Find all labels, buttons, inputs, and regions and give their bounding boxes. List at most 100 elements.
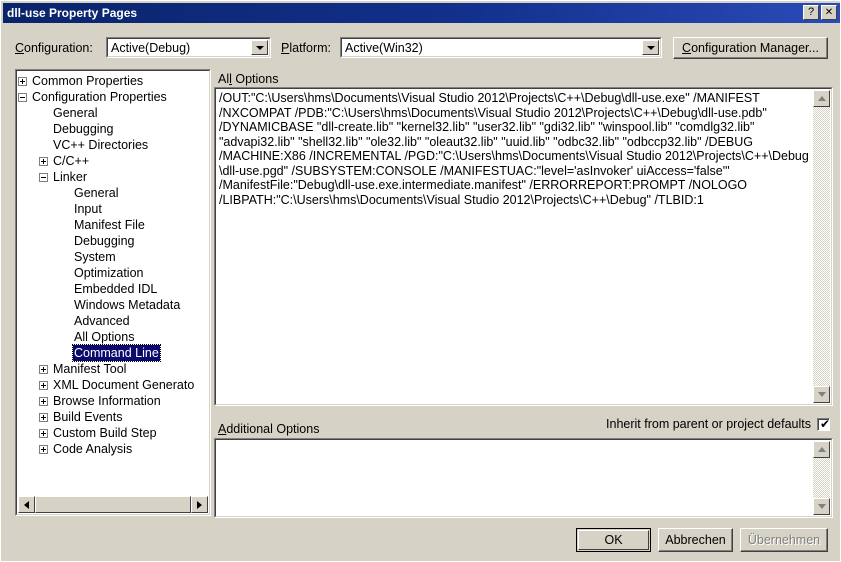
chevron-down-icon[interactable]: [642, 40, 659, 55]
ok-button[interactable]: OK: [576, 528, 651, 552]
expand-icon[interactable]: [39, 412, 48, 422]
tree-item-label: Build Events: [53, 410, 123, 424]
inherit-defaults-checkbox[interactable]: ✔: [817, 416, 831, 431]
tree-item-label: Windows Metadata: [74, 298, 181, 312]
tree-item-common-properties[interactable]: Common Properties: [18, 73, 208, 89]
tree-item-configuration-properties[interactable]: Configuration Properties: [18, 89, 208, 105]
tree-item-label: Code Analysis: [53, 442, 133, 456]
scroll-thumb[interactable]: [35, 496, 191, 513]
scroll-track[interactable]: [35, 496, 191, 513]
tree-item-label: System: [74, 250, 116, 264]
tree-item-windows-metadata[interactable]: Windows Metadata: [18, 297, 208, 313]
platform-label: Platform:: [281, 41, 332, 55]
expand-icon[interactable]: [39, 156, 48, 166]
platform-value: Active(Win32): [345, 40, 423, 55]
tree-item-label: Configuration Properties: [32, 90, 167, 104]
tree-item-c-c[interactable]: C/C++: [18, 153, 208, 169]
tree-item-debugging[interactable]: Debugging: [18, 233, 208, 249]
cancel-button[interactable]: Abbrechen: [658, 528, 733, 552]
tree-item-embedded-idl[interactable]: Embedded IDL: [18, 281, 208, 297]
property-pages-dialog: dll-use Property Pages ? ✕ Configuration…: [0, 0, 841, 562]
expand-icon[interactable]: [39, 364, 48, 374]
tree-item-vc-directories[interactable]: VC++ Directories: [18, 137, 208, 153]
configuration-toolbar: Configuration: Active(Debug) Platform: A…: [1, 37, 841, 61]
tree-item-label: Manifest Tool: [53, 362, 127, 376]
tree-item-system[interactable]: System: [18, 249, 208, 265]
expand-icon[interactable]: [39, 380, 48, 390]
all-options-label: All Options: [218, 72, 279, 86]
tree-item-manifest-tool[interactable]: Manifest Tool: [18, 361, 208, 377]
tree-item-code-analysis[interactable]: Code Analysis: [18, 441, 208, 457]
tree-item-custom-build-step[interactable]: Custom Build Step: [18, 425, 208, 441]
tree-item-optimization[interactable]: Optimization: [18, 265, 208, 281]
all-options-textbox[interactable]: /OUT:"C:\Users\hms\Documents\Visual Stud…: [214, 87, 833, 406]
scroll-up-button[interactable]: [813, 90, 830, 107]
apply-button: Übernehmen: [740, 528, 828, 552]
help-icon[interactable]: ?: [803, 5, 819, 20]
check-icon: ✔: [820, 416, 831, 431]
scroll-up-button[interactable]: [813, 441, 830, 458]
collapse-icon[interactable]: [39, 172, 48, 182]
apply-button-label: Übernehmen: [747, 533, 821, 547]
scroll-down-button[interactable]: [813, 498, 830, 515]
scroll-left-button[interactable]: [18, 496, 35, 513]
configuration-manager-label: Configuration Manager...: [682, 41, 819, 55]
all-options-text: /OUT:"C:\Users\hms\Documents\Visual Stud…: [219, 91, 809, 207]
tree-item-label: Command Line: [72, 344, 161, 362]
inherit-defaults-label: Inherit from parent or project defaults: [606, 417, 811, 431]
additional-options-textbox[interactable]: [214, 438, 833, 518]
title-bar-buttons: ? ✕: [803, 5, 837, 20]
configuration-select[interactable]: Active(Debug): [106, 37, 271, 58]
tree-horizontal-scrollbar[interactable]: [18, 496, 208, 513]
property-tree[interactable]: Common Properties Configuration Propertie…: [15, 69, 211, 516]
configuration-manager-button[interactable]: Configuration Manager...: [673, 37, 828, 59]
tree-item-linker[interactable]: Linker: [18, 169, 208, 185]
tree-item-xml-document-generato[interactable]: XML Document Generato: [18, 377, 208, 393]
tree-item-label: Advanced: [74, 314, 130, 328]
scroll-down-button[interactable]: [813, 386, 830, 403]
tree-item-label: Browse Information: [53, 394, 161, 408]
tree-item-general[interactable]: General: [18, 105, 208, 121]
inherit-defaults-row[interactable]: Inherit from parent or project defaults …: [606, 417, 830, 431]
scroll-right-button[interactable]: [191, 496, 208, 513]
expand-icon[interactable]: [39, 428, 48, 438]
tree-item-label: Debugging: [74, 234, 135, 248]
property-tree-list[interactable]: Common Properties Configuration Propertie…: [18, 73, 208, 491]
additional-options-label: Additional Options: [218, 422, 320, 436]
tree-item-browse-information[interactable]: Browse Information: [18, 393, 208, 409]
tree-item-command-line[interactable]: Command Line: [18, 344, 208, 362]
additional-options-vertical-scrollbar[interactable]: [813, 441, 830, 515]
tree-item-general[interactable]: General: [18, 185, 208, 201]
tree-item-label: Custom Build Step: [53, 426, 157, 440]
scroll-track[interactable]: [813, 458, 830, 498]
tree-item-label: Common Properties: [32, 74, 144, 88]
scroll-track[interactable]: [813, 107, 830, 386]
tree-item-input[interactable]: Input: [18, 201, 208, 217]
close-icon[interactable]: ✕: [821, 5, 837, 20]
tree-item-label: Manifest File: [74, 218, 145, 232]
title-bar[interactable]: dll-use Property Pages ? ✕: [3, 3, 840, 23]
expand-icon[interactable]: [39, 396, 48, 406]
tree-item-debugging[interactable]: Debugging: [18, 121, 208, 137]
expand-icon[interactable]: [39, 444, 48, 454]
tree-item-manifest-file[interactable]: Manifest File: [18, 217, 208, 233]
platform-select[interactable]: Active(Win32): [340, 37, 662, 58]
expand-icon[interactable]: [18, 76, 27, 86]
tree-item-build-events[interactable]: Build Events: [18, 409, 208, 425]
tree-item-label: C/C++: [53, 154, 90, 168]
chevron-down-icon[interactable]: [251, 40, 268, 55]
tree-item-advanced[interactable]: Advanced: [18, 313, 208, 329]
collapse-icon[interactable]: [18, 92, 27, 102]
tree-item-all-options[interactable]: All Options: [18, 329, 208, 345]
all-options-vertical-scrollbar[interactable]: [813, 90, 830, 403]
ok-button-label: OK: [604, 533, 623, 547]
